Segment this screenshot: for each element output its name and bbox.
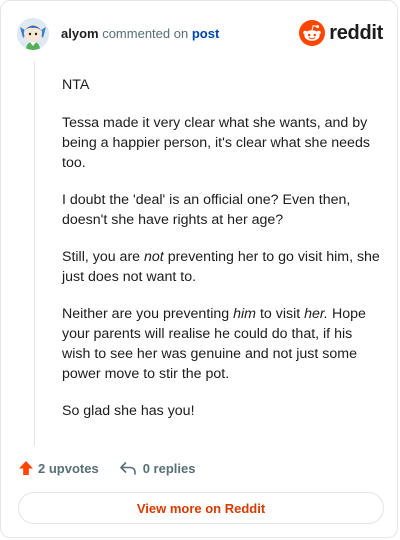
- paragraph-text: Still, you are: [62, 249, 145, 265]
- replies-control[interactable]: 0 replies: [119, 460, 196, 476]
- username[interactable]: alyom: [61, 26, 99, 41]
- comment-paragraph: NTA: [62, 77, 90, 93]
- comment-paragraph: So glad she has you!: [62, 403, 195, 419]
- post-link[interactable]: post: [192, 26, 219, 41]
- emphasis-text: him: [233, 306, 257, 322]
- reddit-wordmark: reddit: [329, 21, 383, 44]
- emphasis-text: her.: [304, 306, 329, 322]
- comment-paragraph: Still, you are not preventing her to go …: [62, 247, 380, 287]
- comment-footer: 2 upvotes 0 replies: [18, 458, 195, 478]
- comment-meta: alyom commented on post: [61, 26, 219, 41]
- comment-header: alyom commented on post reddit: [17, 17, 385, 53]
- reply-count: 0 replies: [142, 460, 196, 476]
- thread-line: [34, 61, 35, 446]
- upvote-arrow-icon[interactable]: [18, 460, 34, 476]
- reply-icon[interactable]: [119, 460, 137, 476]
- paragraph-text: Neither are you preventing: [62, 306, 234, 322]
- comment-paragraph: I doubt the 'deal' is an official one? E…: [62, 192, 351, 228]
- avatar[interactable]: [17, 18, 49, 50]
- comment-embed-card: alyom commented on post reddit NTA Tessa…: [0, 0, 398, 538]
- view-more-on-reddit-button[interactable]: View more on Reddit: [18, 492, 384, 524]
- paragraph-text: to visit: [256, 306, 305, 322]
- commented-on-label: commented on: [102, 26, 189, 41]
- comment-paragraph: Neither are you preventing him to visit …: [62, 304, 380, 384]
- avatar-image: [17, 18, 49, 50]
- emphasis-text: not: [144, 249, 164, 265]
- comment-body: NTA Tessa made it very clear what she wa…: [62, 75, 380, 438]
- upvote-count: 2 upvotes: [38, 460, 99, 476]
- reddit-logo[interactable]: reddit: [299, 19, 383, 47]
- comment-paragraph: Tessa made it very clear what she wants,…: [62, 115, 370, 171]
- reddit-snoo-icon: [299, 20, 326, 46]
- upvote-control[interactable]: 2 upvotes: [18, 460, 99, 476]
